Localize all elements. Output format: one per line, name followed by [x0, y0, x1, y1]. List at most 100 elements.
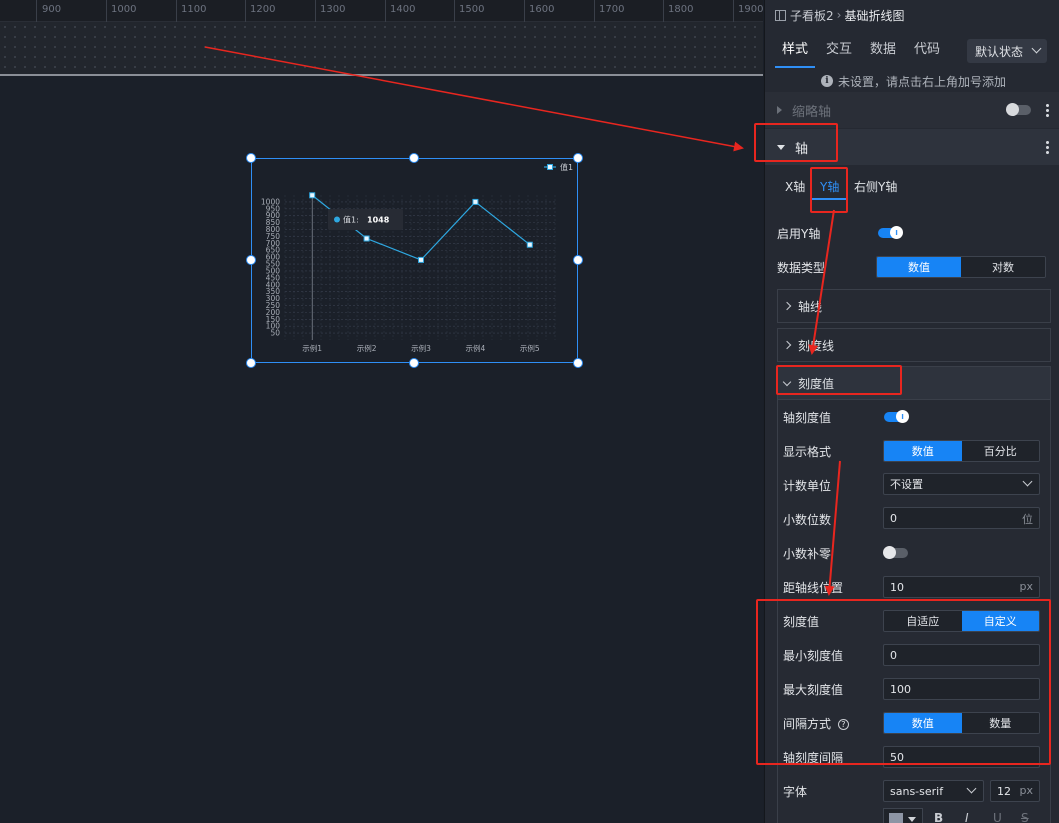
- more-icon[interactable]: [1046, 140, 1049, 154]
- x-tick-label: 示例4: [466, 343, 486, 353]
- offset-label: 距轴线位置: [783, 581, 844, 595]
- ruler-tick: 1700: [599, 4, 625, 15]
- font-size-unit: px: [1019, 784, 1034, 797]
- state-select[interactable]: 默认状态: [967, 39, 1047, 63]
- tab-code[interactable]: 代码: [905, 30, 949, 70]
- resize-handle-bottom-left[interactable]: [246, 358, 256, 368]
- decimals-unit: 位: [1022, 513, 1033, 526]
- italic-button[interactable]: I: [965, 811, 969, 823]
- caret-right-icon: [777, 106, 782, 114]
- x-tick-label: 示例1: [302, 343, 322, 353]
- data-point: [526, 241, 533, 248]
- state-select-value: 默认状态: [975, 44, 1024, 59]
- font-size-input[interactable]: 12 px: [990, 780, 1040, 802]
- board-icon: [775, 9, 786, 21]
- decimals-input[interactable]: 0 位: [883, 507, 1040, 529]
- tooltip-value: 1048: [367, 216, 390, 225]
- resize-handle-bottom[interactable]: [409, 358, 419, 368]
- display-format-percent[interactable]: 百分比: [961, 441, 1039, 461]
- ruler-tick: 1600: [529, 4, 555, 15]
- tab-right-y-axis[interactable]: 右侧Y轴: [854, 178, 897, 195]
- x-tick-label: 示例3: [411, 343, 431, 353]
- data-type-label: 数据类型: [777, 261, 826, 275]
- breadcrumb: 子看板2 › 基础折线图: [765, 0, 1059, 30]
- breadcrumb-parent[interactable]: 子看板2: [790, 7, 834, 24]
- line-chart-widget[interactable]: 1000 950 900 850 800 750 700 650 600 550 500 450 400…: [246, 153, 583, 368]
- resize-handle-top-right[interactable]: [573, 153, 583, 163]
- x-tick-label: 示例5: [520, 343, 540, 353]
- info-icon: i: [821, 75, 833, 87]
- zoom-axis-toggle[interactable]: [1006, 103, 1031, 116]
- data-type-numeric[interactable]: 数值: [877, 257, 961, 277]
- collapse-tick-line[interactable]: 刻度线: [777, 328, 1051, 362]
- tab-data[interactable]: 数据: [861, 30, 905, 70]
- display-format-label: 显示格式: [783, 445, 832, 459]
- data-point: [309, 192, 316, 199]
- data-point: [472, 198, 479, 205]
- annotation-box-y-tab: [810, 167, 848, 213]
- more-icon[interactable]: [1046, 103, 1049, 117]
- data-type-segmented: 数值 对数: [876, 256, 1046, 278]
- font-family-value: sans-serif: [890, 784, 944, 798]
- data-point: [363, 235, 370, 242]
- decimal-pad-toggle[interactable]: [883, 546, 908, 559]
- toggle-knob: I: [890, 226, 903, 239]
- color-swatch: [889, 813, 903, 823]
- annotation-box-tick-value: [776, 365, 902, 395]
- enable-y-axis-toggle[interactable]: I: [878, 226, 903, 239]
- bold-button[interactable]: B: [934, 811, 943, 823]
- canvas-area[interactable]: 900 1000 1100 1200 1300 1400 1500 1600 1…: [0, 0, 763, 823]
- state-hint: i 未设置，请点击右上角加号添加: [765, 70, 1059, 92]
- font-size-value: 12: [997, 784, 1011, 798]
- offset-input[interactable]: 10 px: [883, 576, 1040, 598]
- collapse-axis-line[interactable]: 轴线: [777, 289, 1051, 323]
- resize-handle-bottom-right[interactable]: [573, 358, 583, 368]
- tab-interaction[interactable]: 交互: [817, 30, 861, 70]
- annotation-box-custom-ticks: [756, 599, 1051, 765]
- chevron-down-icon: [1031, 43, 1042, 54]
- decimals-label: 小数位数: [783, 513, 832, 527]
- display-format-numeric[interactable]: 数值: [884, 441, 962, 461]
- enable-y-axis-label: 启用Y轴: [777, 227, 821, 241]
- count-unit-label: 计数单位: [783, 479, 832, 493]
- resize-handle-left[interactable]: [246, 255, 256, 265]
- collapse-axis-line-title: 轴线: [798, 299, 823, 314]
- state-hint-text: 未设置，请点击右上角加号添加: [838, 74, 1007, 89]
- tab-style[interactable]: 样式: [773, 30, 817, 70]
- underline-button[interactable]: U: [993, 811, 1002, 823]
- strikethrough-button[interactable]: S: [1021, 811, 1029, 823]
- toggle-knob: I: [896, 410, 909, 423]
- ruler-tick: 1500: [459, 4, 485, 15]
- horizontal-ruler: 900 1000 1100 1200 1300 1400 1500 1600 1…: [0, 0, 763, 22]
- resize-handle-right[interactable]: [573, 255, 583, 265]
- toggle-knob: [1006, 103, 1019, 116]
- resize-handle-top-left[interactable]: [246, 153, 256, 163]
- data-type-log[interactable]: 对数: [961, 257, 1045, 277]
- section-zoom-axis-title: 缩略轴: [792, 104, 832, 120]
- artboard-edge: [0, 74, 763, 76]
- resize-handle-top[interactable]: [409, 153, 419, 163]
- offset-value: 10: [890, 580, 904, 594]
- annotation-box-axis: [754, 123, 838, 162]
- axis-tick-value-toggle[interactable]: I: [884, 410, 909, 423]
- ruler-tick: 1900: [738, 4, 764, 15]
- ruler-tick: 1100: [181, 4, 207, 15]
- tooltip-series: 值1:: [343, 215, 359, 225]
- panel-tabs: 样式 交互 数据 代码 默认状态: [765, 30, 1059, 70]
- ruler-tick: 1800: [668, 4, 694, 15]
- font-family-select[interactable]: sans-serif: [883, 780, 984, 802]
- breadcrumb-separator: ›: [836, 8, 842, 22]
- legend-label: 值1: [560, 162, 573, 172]
- tooltip-dot: [334, 216, 340, 223]
- dot-grid-strip: [0, 22, 763, 74]
- axis-tick-value-label: 轴刻度值: [783, 411, 832, 425]
- ruler-tick: 1200: [250, 4, 276, 15]
- chevron-down-icon: [966, 783, 977, 794]
- ruler-tick: 1400: [390, 4, 416, 15]
- tab-x-axis[interactable]: X轴: [785, 178, 805, 195]
- font-color-picker[interactable]: [883, 808, 923, 823]
- legend-marker: [547, 164, 553, 170]
- count-unit-select[interactable]: 不设置: [883, 473, 1040, 495]
- breadcrumb-current: 基础折线图: [844, 8, 905, 23]
- x-tick-label: 示例2: [357, 343, 377, 353]
